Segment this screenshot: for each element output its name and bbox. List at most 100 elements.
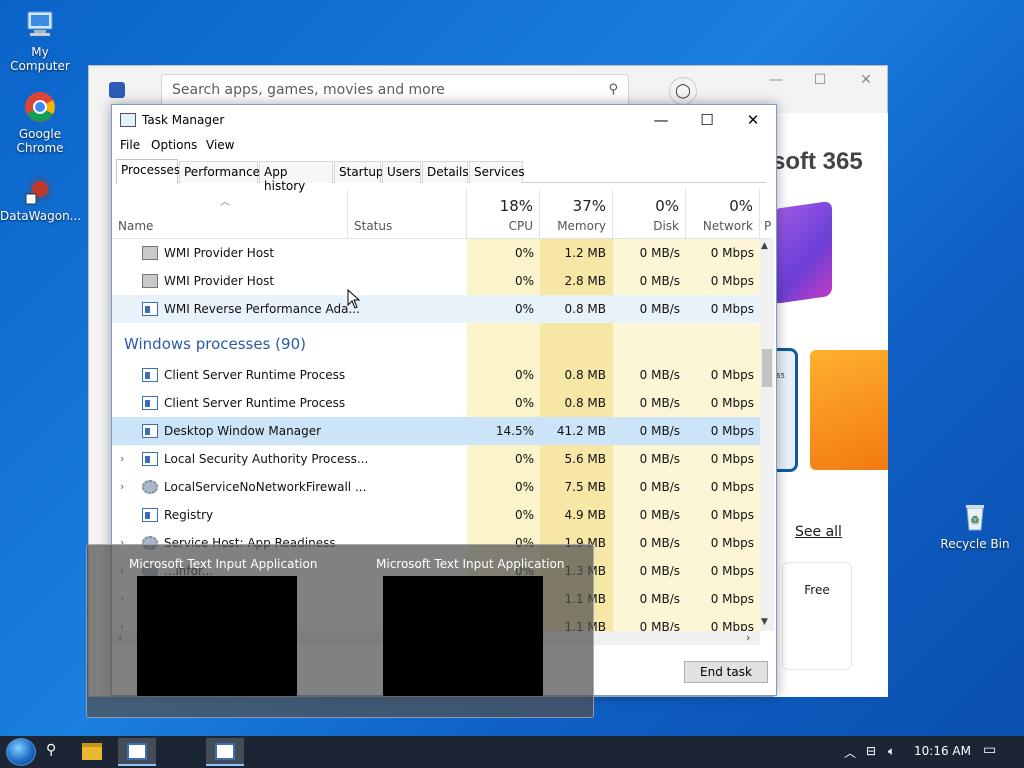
scroll-down-icon[interactable]: ▼	[761, 617, 768, 627]
network-value: 0 Mbps	[710, 564, 754, 578]
column-header: ︿ Name Status 18% CPU 37% Memory 0% Disk…	[112, 189, 772, 239]
tab-processes[interactable]: Processes	[116, 159, 180, 184]
process-row[interactable]: Client Server Runtime Process 0% 0.8 MB 0 M…	[112, 389, 760, 417]
end-task-button[interactable]: End task	[684, 661, 768, 683]
process-row[interactable]: › LocalServiceNoNetworkFirewall ... 0% 7.5 …	[112, 473, 760, 501]
process-row[interactable]: Registry 0% 4.9 MB 0 MB/s 0 Mbps	[112, 501, 760, 529]
process-row[interactable]: WMI Provider Host 0% 1.2 MB 0 MB/s 0 Mbps	[112, 239, 760, 267]
expand-chevron-icon[interactable]: ›	[120, 473, 124, 501]
user-avatar-icon[interactable]: ◯	[669, 77, 697, 105]
window-icon	[142, 396, 158, 410]
start-button-icon[interactable]	[6, 738, 36, 766]
desktop-icon-google-chrome[interactable]: Google Chrome	[0, 90, 80, 155]
network-percent: 0%	[729, 197, 753, 215]
disk-value: 0 MB/s	[639, 536, 680, 550]
process-name: LocalServiceNoNetworkFirewall ...	[164, 480, 367, 494]
disk-value: 0 MB/s	[639, 508, 680, 522]
column-memory[interactable]: 37% Memory	[540, 189, 613, 239]
desktop-icon-recycle-bin[interactable]: ♻ Recycle Bin	[935, 500, 1015, 551]
minimize-icon[interactable]: —	[761, 72, 791, 94]
network-label: Network	[702, 219, 753, 233]
maximize-icon[interactable]: ☐	[805, 72, 835, 94]
memory-value: 5.6 MB	[564, 452, 606, 466]
taskbar-app-window[interactable]	[118, 738, 156, 766]
tab-services[interactable]: Services	[469, 161, 525, 183]
store-search-input[interactable]: Search apps, games, movies and more ⚲	[161, 74, 629, 106]
close-icon[interactable]: ✕	[851, 72, 881, 94]
network-value: 0 Mbps	[710, 536, 754, 550]
store-card-badge: 65	[776, 372, 785, 380]
process-row[interactable]: WMI Reverse Performance Ada... 0% 0.8 MB 0 …	[112, 295, 760, 323]
network-value: 0 Mbps	[710, 246, 754, 260]
notifications-icon[interactable]: ▭	[983, 742, 996, 758]
switcher-item-title: Microsoft Text Input Application	[376, 557, 565, 571]
memory-value: 41.2 MB	[556, 424, 606, 438]
column-status-label: Status	[354, 219, 393, 233]
desktop-icon-datawagon[interactable]: DataWagon...	[0, 172, 81, 223]
scroll-right-icon[interactable]: ›	[746, 631, 750, 644]
expand-chevron-icon[interactable]: ›	[120, 445, 124, 473]
store-card-blue[interactable]	[776, 348, 798, 472]
menu-file[interactable]: File	[120, 138, 140, 152]
minimize-icon[interactable]: —	[644, 109, 678, 131]
column-cpu[interactable]: 18% CPU	[467, 189, 540, 239]
menu-options[interactable]: Options	[151, 138, 197, 152]
column-power[interactable]: P	[760, 189, 772, 239]
column-status[interactable]: Status	[348, 189, 467, 239]
network-value: 0 Mbps	[710, 368, 754, 382]
datawagon-icon	[23, 172, 57, 206]
process-group-header[interactable]: Windows processes (90)	[112, 333, 760, 361]
network-value: 0 Mbps	[710, 302, 754, 316]
scroll-thumb[interactable]	[762, 349, 772, 387]
disk-value: 0 MB/s	[639, 396, 680, 410]
disk-value: 0 MB/s	[639, 368, 680, 382]
network-value: 0 Mbps	[710, 274, 754, 288]
taskbar-file-explorer[interactable]	[73, 738, 111, 766]
task-manager-titlebar[interactable]: Task Manager — ☐ ✕	[112, 105, 776, 135]
column-disk[interactable]: 0% Disk	[613, 189, 686, 239]
process-row[interactable]: Client Server Runtime Process 0% 0.8 MB 0 M…	[112, 361, 760, 389]
column-network[interactable]: 0% Network	[686, 189, 760, 239]
process-name: Client Server Runtime Process	[164, 396, 346, 410]
memory-value: 0.8 MB	[564, 368, 606, 382]
scroll-up-icon[interactable]: ▲	[761, 241, 768, 251]
memory-value: 7.5 MB	[564, 480, 606, 494]
store-search-placeholder: Search apps, games, movies and more	[172, 82, 445, 98]
free-label: Free	[804, 583, 830, 597]
memory-value: 4.9 MB	[564, 508, 606, 522]
clock[interactable]: 10:16 AM	[914, 744, 971, 758]
network-value: 0 Mbps	[710, 620, 754, 631]
see-all-link[interactable]: See all	[795, 524, 842, 540]
column-name[interactable]: Name	[112, 189, 348, 239]
process-row[interactable]: › Local Security Authority Process... 0% 5.…	[112, 445, 760, 473]
process-row[interactable]: Desktop Window Manager 14.5% 41.2 MB 0 MB/s…	[112, 417, 760, 445]
process-row[interactable]: WMI Provider Host 0% 2.8 MB 0 MB/s 0 Mbps	[112, 267, 760, 295]
network-icon[interactable]: ⊟	[866, 744, 876, 758]
menu-view[interactable]: View	[206, 138, 234, 152]
maximize-icon[interactable]: ☐	[690, 109, 724, 131]
search-icon[interactable]: ⚲	[608, 82, 618, 97]
taskbar: ⚲ ︿ ⊟ 🔈︎ 10:16 AM ▭	[0, 736, 1024, 768]
window-icon	[142, 302, 158, 316]
vertical-scrollbar[interactable]: ▲ ▼	[760, 239, 774, 631]
tray-chevron-icon[interactable]: ︿	[844, 744, 856, 761]
tab-app-history[interactable]: App history	[259, 161, 333, 193]
switcher-thumbnail[interactable]	[137, 576, 297, 696]
switcher-item-title: Microsoft Text Input Application	[129, 557, 318, 571]
close-icon[interactable]: ✕	[736, 109, 770, 131]
store-logo-icon	[109, 82, 125, 98]
tab-users[interactable]: Users	[382, 161, 421, 183]
search-icon[interactable]: ⚲	[46, 742, 56, 758]
disk-label: Disk	[653, 219, 679, 233]
volume-icon[interactable]: 🔈︎	[888, 744, 895, 759]
desktop-icon-my-computer[interactable]: My Computer	[0, 8, 80, 73]
store-card-orange[interactable]	[810, 350, 888, 470]
tab-details[interactable]: Details	[422, 161, 469, 183]
tab-performance[interactable]: Performance	[179, 161, 260, 183]
store-free-card[interactable]: Free	[782, 562, 852, 670]
process-name: Local Security Authority Process...	[164, 452, 369, 466]
switcher-thumbnail[interactable]	[383, 576, 543, 696]
taskbar-text-input-app[interactable]	[206, 738, 244, 766]
tab-startup[interactable]: Startup	[334, 161, 384, 183]
disk-value: 0 MB/s	[639, 480, 680, 494]
